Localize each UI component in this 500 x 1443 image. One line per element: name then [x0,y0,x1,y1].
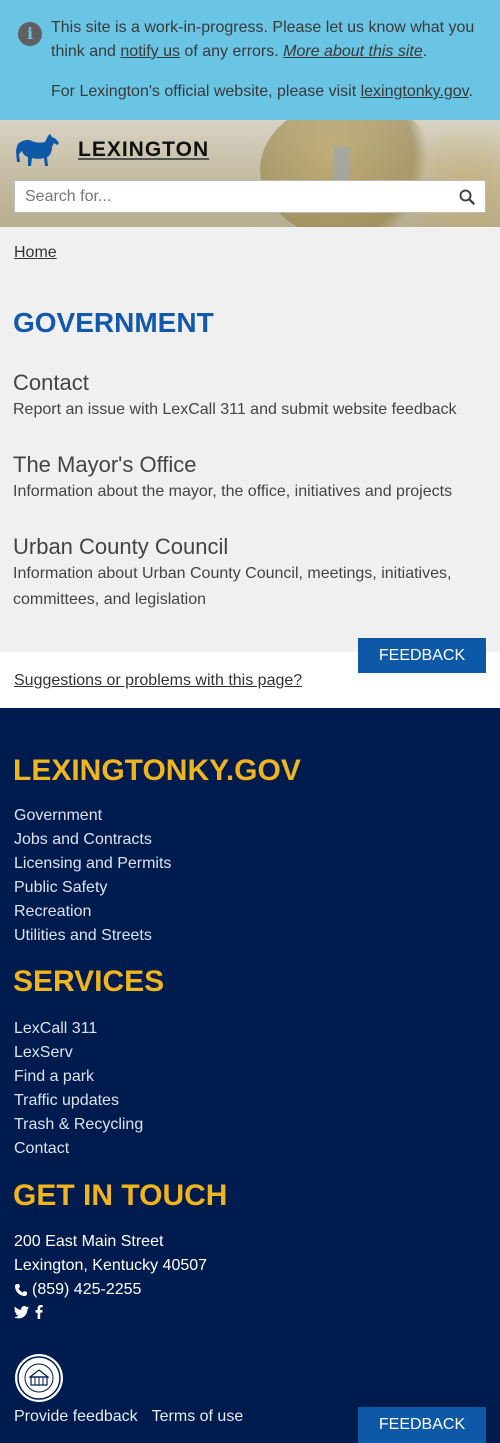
item-title[interactable]: Contact [13,369,488,397]
footer-link[interactable]: Find a park [14,1065,143,1089]
footer-bottom-links: Provide feedback Terms of use [14,1408,243,1426]
feedback-button[interactable]: FEEDBACK [358,638,486,673]
footer-feedback-button[interactable]: FEEDBACK [358,1407,486,1443]
footer-contact-heading: GET IN TOUCH [13,1179,228,1212]
footer-link[interactable]: Government [14,804,171,828]
footer-site-heading: LEXINGTONKY.GOV [13,754,301,787]
alert-banner: i This site is a work-in-progress. Pleas… [0,0,500,120]
phone-icon [15,1284,27,1296]
suggestions-link[interactable]: Suggestions or problems with this page? [14,672,302,690]
item-title[interactable]: Urban County Council [13,533,488,561]
site-footer: LEXINGTONKY.GOV Government Jobs and Cont… [0,708,500,1443]
search-bar [14,180,486,213]
alert-text: . [422,43,428,60]
info-icon: i [18,22,42,46]
facebook-icon [35,1305,43,1319]
address-line: 200 East Main Street [14,1233,164,1250]
contact-info: 200 East Main Street Lexington, Kentucky… [14,1230,207,1302]
horse-icon [16,134,59,166]
official-site-link[interactable]: lexingtonky.gov [361,83,469,100]
twitter-icon [14,1305,29,1318]
phone-line[interactable]: (859) 425-2255 [14,1278,207,1302]
list-item[interactable]: Contact Report an issue with LexCall 311… [13,369,488,423]
list-item[interactable]: The Mayor's Office Information about the… [13,451,488,505]
footer-link[interactable]: Trash & Recycling [14,1113,143,1137]
footer-link[interactable]: Utilities and Streets [14,924,171,948]
footer-services-heading: SERVICES [13,965,165,998]
footer-link[interactable]: Licensing and Permits [14,852,171,876]
brand-name: LEXINGTON [78,138,210,161]
footer-services-links: LexCall 311 LexServ Find a park Traffic … [14,1017,143,1161]
phone-number: (859) 425-2255 [32,1281,142,1298]
footer-link[interactable]: Contact [14,1137,143,1161]
social-links [14,1305,43,1324]
alert-official: For Lexington's official website, please… [51,80,491,104]
notify-us-link[interactable]: notify us [120,43,180,60]
item-description: Report an issue with LexCall 311 and sub… [13,401,457,418]
address-line: Lexington, Kentucky 40507 [14,1257,208,1274]
footer-link[interactable]: Traffic updates [14,1089,143,1113]
terms-of-use-link[interactable]: Terms of use [152,1408,244,1426]
breadcrumb-home[interactable]: Home [14,244,57,262]
page-title: GOVERNMENT [13,307,214,338]
item-description: Information about the mayor, the office,… [13,483,453,500]
footer-link[interactable]: LexCall 311 [14,1017,143,1041]
list-item[interactable]: Urban County Council Information about U… [13,533,488,613]
provide-feedback-link[interactable]: Provide feedback [14,1408,138,1426]
site-header: LEXINGTON [0,120,500,227]
alert-text: For Lexington's official website, please… [51,83,361,100]
footer-link[interactable]: LexServ [14,1041,143,1065]
site-logo[interactable]: LEXINGTON [14,130,209,170]
more-about-link[interactable]: More about this site [283,43,423,60]
search-icon [459,189,475,205]
twitter-link[interactable] [14,1305,29,1324]
search-input[interactable] [15,181,449,212]
footer-link[interactable]: Public Safety [14,876,171,900]
item-description: Information about Urban County Council, … [13,565,452,608]
footer-link[interactable]: Jobs and Contracts [14,828,171,852]
alert-message: This site is a work-in-progress. Please … [51,16,491,64]
facebook-link[interactable] [35,1305,43,1324]
footer-link[interactable]: Recreation [14,900,171,924]
footer-site-links: Government Jobs and Contracts Licensing … [14,804,171,948]
more-about-link-text: More about this site [283,43,423,60]
alert-text: . [468,83,473,100]
main-content: Home GOVERNMENT Contact Report an issue … [0,227,500,652]
city-seal-icon [15,1354,63,1402]
search-button[interactable] [449,181,485,212]
alert-text: of any errors. [179,43,284,60]
item-title[interactable]: The Mayor's Office [13,451,488,479]
